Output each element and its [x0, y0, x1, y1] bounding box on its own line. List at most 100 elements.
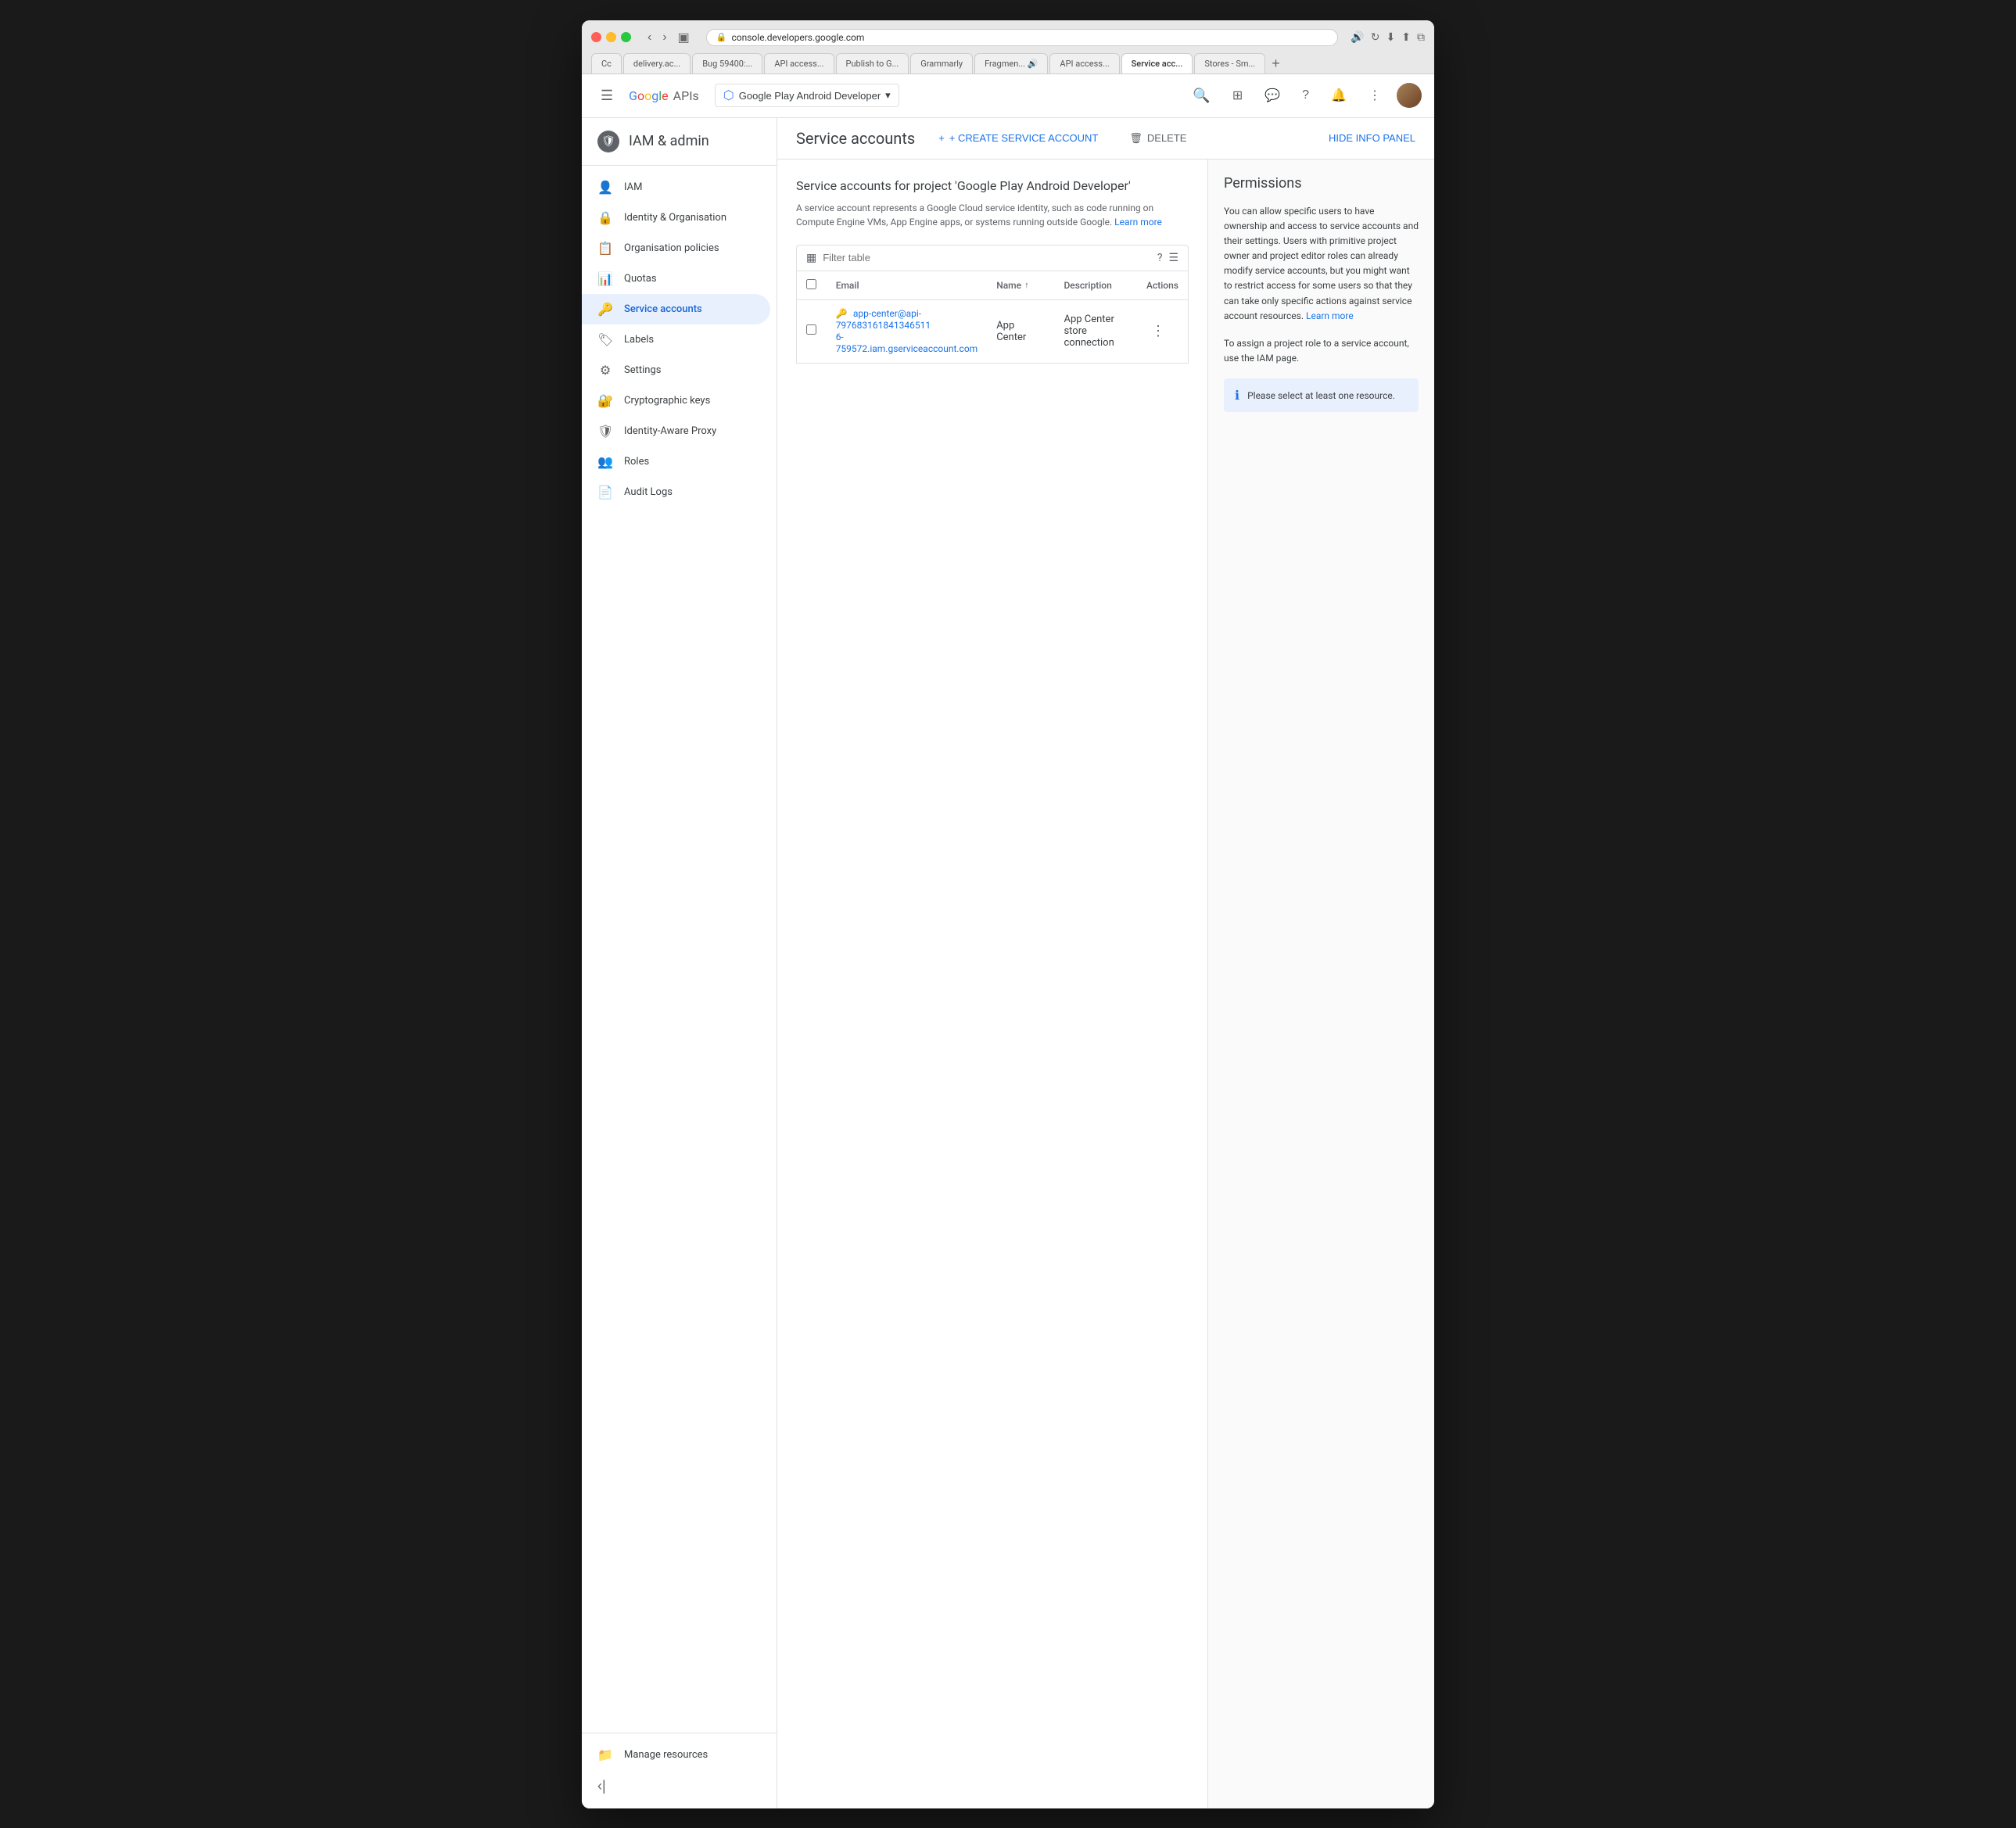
maximize-window-button[interactable]	[621, 32, 631, 42]
sidebar-item-identity[interactable]: 🔒 Identity & Organisation	[582, 203, 770, 233]
filter-columns-icon[interactable]: ☰	[1168, 252, 1178, 264]
sidebar-item-iam[interactable]: 👤 IAM	[582, 172, 770, 203]
url-text: console.developers.google.com	[731, 32, 864, 43]
filter-help-icon[interactable]: ?	[1157, 252, 1163, 264]
project-section-title: Service accounts for project 'Google Pla…	[796, 178, 1189, 193]
row-checkbox[interactable]	[806, 324, 816, 335]
create-btn-label: + CREATE SERVICE ACCOUNT	[949, 132, 1099, 144]
create-service-account-button[interactable]: + + CREATE SERVICE ACCOUNT	[931, 127, 1106, 149]
select-all-checkbox[interactable]	[806, 279, 816, 289]
new-tab-button[interactable]: +	[1267, 54, 1285, 73]
description-column-header: Description	[1054, 271, 1137, 300]
support-button[interactable]: 💬	[1258, 81, 1286, 109]
roles-icon: 👥	[597, 454, 613, 469]
download-button[interactable]: ⬇	[1386, 30, 1396, 44]
tab-overview-button[interactable]: ▣	[674, 28, 694, 47]
sidebar-item-iam-label: IAM	[624, 181, 642, 193]
collapse-sidebar-button[interactable]: ‹|	[582, 1770, 622, 1802]
google-apis-logo[interactable]: Google APIs	[629, 88, 699, 103]
main-content: Service accounts for project 'Google Pla…	[777, 160, 1207, 1808]
hamburger-menu-button[interactable]: ☰	[594, 81, 619, 110]
sidebar-item-org-policies-label: Organisation policies	[624, 242, 719, 254]
sidebar-item-identity-label: Identity & Organisation	[624, 212, 726, 224]
panel-text-1: You can allow specific users to have own…	[1224, 204, 1419, 324]
panel-notice: ℹ Please select at least one resource.	[1224, 378, 1419, 412]
sidebar-item-crypto-keys[interactable]: 🔐 Cryptographic keys	[582, 385, 770, 416]
share-button[interactable]: ⬆	[1401, 30, 1411, 44]
close-window-button[interactable]	[591, 32, 601, 42]
key-icon: 🔑	[836, 308, 848, 319]
sidebar: 🛡 IAM & admin 👤 IAM 🔒 Identity & Organis…	[582, 118, 777, 1808]
name-cell: App Center	[987, 299, 1054, 363]
sidebar-item-manage-resources[interactable]: 📁 Manage resources	[582, 1740, 770, 1770]
email-cell: 🔑 app-center@api-7976831618413465116-759…	[827, 299, 988, 363]
back-button[interactable]: ‹	[644, 28, 655, 47]
labels-icon: 🏷	[597, 332, 613, 347]
sort-asc-icon: ↑	[1024, 280, 1029, 290]
project-description: A service account represents a Google Cl…	[796, 201, 1189, 229]
iap-icon: 🛡	[597, 424, 613, 439]
notifications-button[interactable]: 🔔	[1325, 81, 1353, 109]
project-name: Google Play Android Developer	[739, 90, 881, 102]
table-row: 🔑 app-center@api-7976831618413465116-759…	[797, 299, 1189, 363]
sidebar-item-settings[interactable]: ⚙ Settings	[582, 355, 770, 385]
sidebar-item-quotas[interactable]: 📊 Quotas	[582, 263, 770, 294]
org-policies-icon: 📋	[597, 241, 613, 256]
description-cell: App Center store connection	[1054, 299, 1137, 363]
row-actions-button[interactable]: ⋮	[1146, 321, 1170, 341]
sidebar-item-iap-label: Identity-Aware Proxy	[624, 425, 716, 437]
browser-tab-delivery[interactable]: delivery.ac...	[623, 53, 691, 73]
sidebar-item-audit-logs[interactable]: 📄 Audit Logs	[582, 477, 770, 507]
fullscreen-button[interactable]: ⧉	[1417, 30, 1425, 44]
filter-icon: ▦	[806, 252, 816, 264]
email-link[interactable]: app-center@api-7976831618413465116-75957…	[836, 308, 978, 354]
browser-tab-stores[interactable]: Stores - Sm...	[1194, 53, 1265, 73]
sidebar-title: IAM & admin	[629, 133, 709, 149]
browser-tab-cc[interactable]: Cc	[591, 53, 622, 73]
address-bar[interactable]: 🔒 console.developers.google.com	[706, 29, 1339, 46]
cast-button[interactable]: 🔊	[1351, 30, 1364, 44]
sidebar-item-labels[interactable]: 🏷 Labels	[582, 324, 770, 355]
manage-resources-icon: 📁	[597, 1747, 613, 1762]
sidebar-item-service-accounts[interactable]: 🔑 Service accounts	[582, 294, 770, 324]
sidebar-nav: 👤 IAM 🔒 Identity & Organisation 📋 Organi…	[582, 166, 777, 514]
delete-button[interactable]: 🗑 DELETE	[1121, 127, 1194, 149]
actions-column-header: Actions	[1137, 271, 1188, 300]
sidebar-item-roles[interactable]: 👥 Roles	[582, 446, 770, 477]
app-topbar: ☰ Google APIs ⬡ Google Play Android Deve…	[582, 74, 1434, 118]
apps-button[interactable]: ⊞	[1226, 81, 1249, 109]
browser-tab-publish[interactable]: Publish to G...	[836, 53, 909, 73]
panel-learn-more-link[interactable]: Learn more	[1306, 310, 1354, 321]
sidebar-bottom: 📁 Manage resources ‹|	[582, 1733, 777, 1808]
notice-info-icon: ℹ	[1235, 388, 1239, 403]
browser-tab-bug[interactable]: Bug 59400:...	[692, 53, 762, 73]
hide-info-panel-button[interactable]: HIDE INFO PANEL	[1329, 132, 1415, 144]
search-button[interactable]: 🔍	[1186, 81, 1216, 110]
iam-admin-icon: 🛡	[597, 131, 619, 152]
apis-label: APIs	[673, 88, 699, 103]
browser-tab-api2[interactable]: API access...	[1049, 53, 1119, 73]
help-button[interactable]: ?	[1296, 82, 1315, 109]
project-selector[interactable]: ⬡ Google Play Android Developer ▾	[715, 84, 899, 107]
filter-input[interactable]	[823, 252, 1151, 263]
minimize-window-button[interactable]	[606, 32, 616, 42]
avatar[interactable]	[1397, 83, 1422, 108]
browser-tab-grammarly[interactable]: Grammarly	[910, 53, 973, 73]
actions-cell: ⋮	[1137, 299, 1188, 363]
content-area: Service accounts + + CREATE SERVICE ACCO…	[777, 118, 1434, 1808]
refresh-button[interactable]: ↻	[1371, 30, 1380, 44]
learn-more-link-desc[interactable]: Learn more	[1114, 217, 1162, 228]
browser-tab-fragment[interactable]: Fragmen... 🔊	[974, 53, 1048, 73]
sidebar-item-org-policies[interactable]: 📋 Organisation policies	[582, 233, 770, 263]
more-options-button[interactable]: ⋮	[1362, 81, 1387, 109]
browser-tab-api1[interactable]: API access...	[764, 53, 834, 73]
row-checkbox-cell	[797, 299, 827, 363]
crypto-keys-icon: 🔐	[597, 393, 613, 408]
name-column-header[interactable]: Name ↑	[987, 271, 1054, 300]
sidebar-item-settings-label: Settings	[624, 364, 661, 376]
forward-button[interactable]: ›	[658, 28, 670, 47]
sidebar-item-roles-label: Roles	[624, 456, 649, 468]
browser-tab-service[interactable]: Service acc...	[1121, 53, 1193, 73]
select-all-header	[797, 271, 827, 300]
sidebar-item-iap[interactable]: 🛡 Identity-Aware Proxy	[582, 416, 770, 446]
